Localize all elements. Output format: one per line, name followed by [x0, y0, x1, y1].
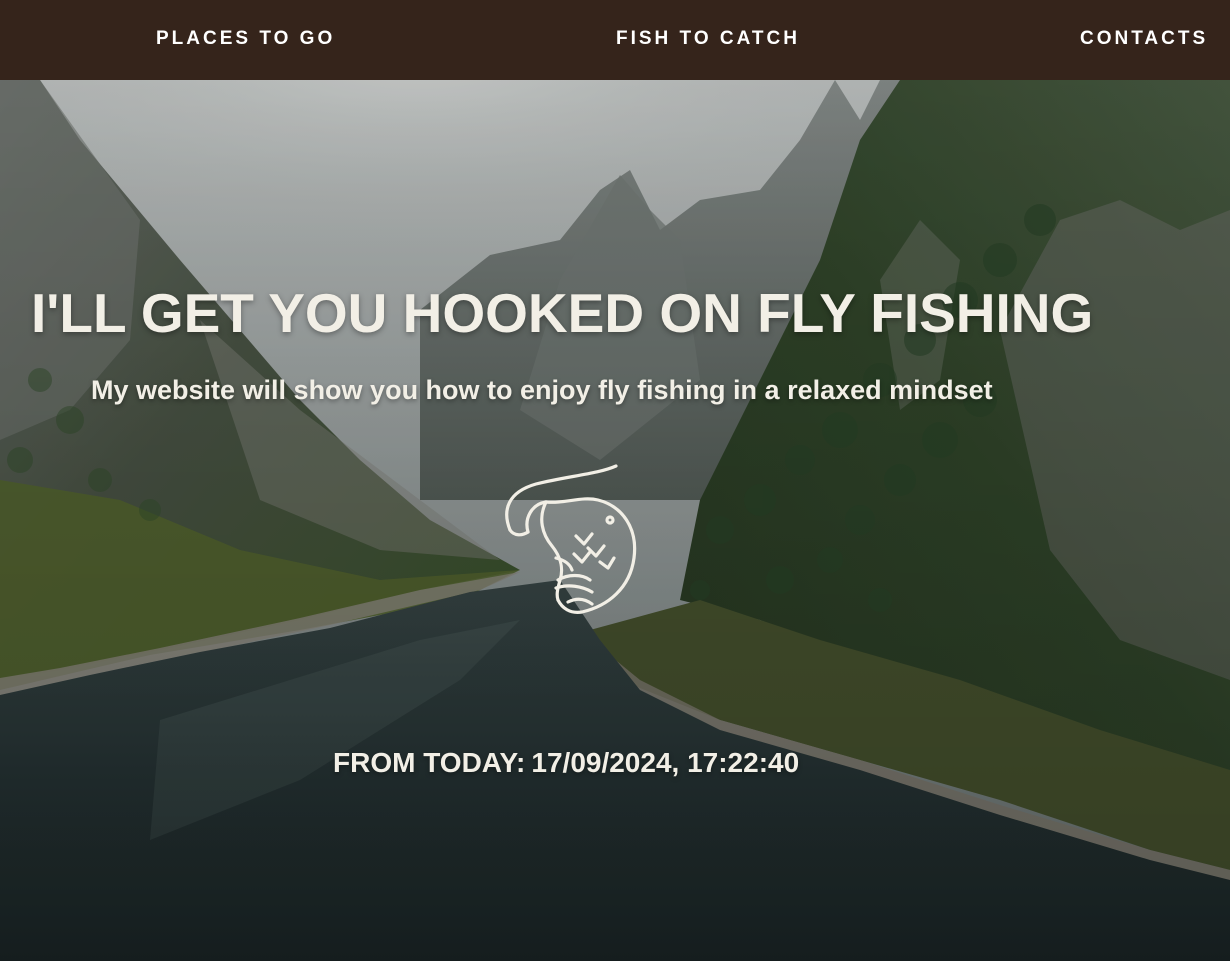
- countdown-clock: FROM TODAY: 17/09/2024, 17:22:40: [333, 746, 799, 780]
- clock-value: 17/09/2024, 17:22:40: [531, 747, 800, 778]
- clock-label: FROM TODAY:: [333, 747, 526, 778]
- hero-headline: I'LL GET YOU HOOKED ON FLY FISHING: [31, 282, 1094, 344]
- nav-link-places-to-go[interactable]: PLACES TO GO: [156, 28, 335, 50]
- top-nav: PLACES TO GO FISH TO CATCH CONTACTS: [0, 0, 1230, 80]
- nav-link-contacts[interactable]: CONTACTS: [1080, 28, 1208, 50]
- nav-link-fish-to-catch[interactable]: FISH TO CATCH: [616, 28, 800, 50]
- fish-icon: [505, 464, 637, 614]
- hero-subheadline: My website will show you how to enjoy fl…: [91, 375, 993, 405]
- page: PLACES TO GO FISH TO CATCH CONTACTS I'LL…: [0, 0, 1230, 961]
